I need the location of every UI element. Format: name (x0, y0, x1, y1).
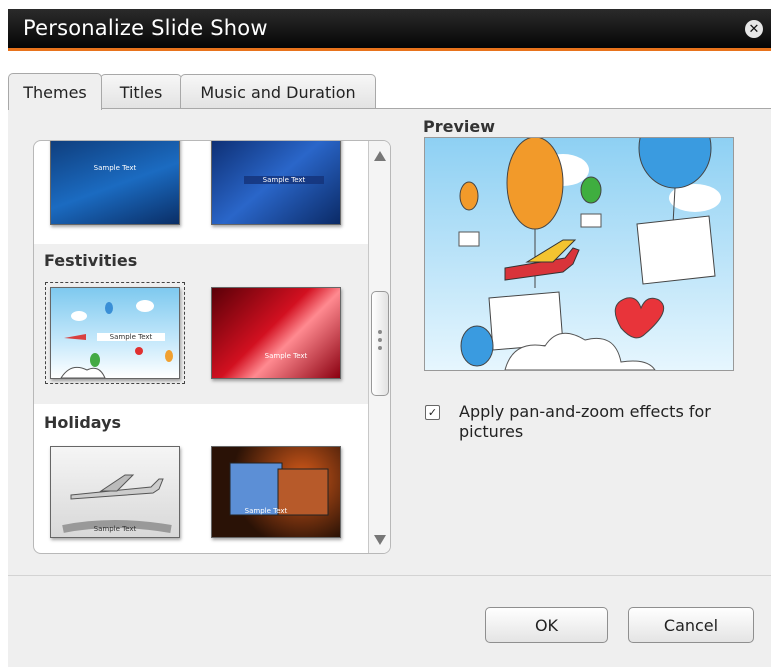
tab-strip: Themes Titles Music and Duration (8, 51, 771, 110)
thumbnail-caption: Sample Text (264, 352, 308, 360)
thumbnail-caption: Sample Text (93, 164, 137, 172)
pan-zoom-label: Apply pan-and-zoom effects for pictures (459, 402, 711, 441)
cancel-button[interactable]: Cancel (628, 607, 754, 643)
pan-zoom-checkbox[interactable]: ✓ (425, 405, 440, 420)
personalize-slide-show-dialog: Personalize Slide Show ✕ Themes Titles M… (8, 9, 771, 667)
group-label-festivities: Festivities (44, 251, 138, 270)
preview-balloons-illustration (425, 138, 733, 370)
tab-music-and-duration[interactable]: Music and Duration (180, 74, 376, 109)
scroll-up-icon[interactable] (374, 151, 386, 161)
tab-themes[interactable]: Themes (8, 73, 102, 110)
window-title: Personalize Slide Show (23, 16, 268, 40)
holiday-photo-art (229, 462, 329, 516)
grip-dot-icon (378, 330, 382, 334)
preview-label: Preview (423, 117, 496, 136)
title-bar: Personalize Slide Show ✕ (8, 9, 771, 51)
theme-thumbnail[interactable]: Sample Text (211, 287, 341, 379)
scroll-down-icon[interactable] (374, 535, 386, 545)
grip-dot-icon (378, 338, 382, 342)
preview-image (424, 137, 734, 371)
theme-thumbnail[interactable]: Sample Text (50, 141, 180, 225)
theme-thumbnail[interactable]: Sample Text (211, 141, 341, 225)
tab-underline (8, 108, 771, 109)
theme-thumbnail-list[interactable]: Sample Text Sample Text Festivities Samp… (34, 141, 368, 553)
theme-thumbnail-selected[interactable]: Sample Text (45, 282, 185, 384)
theme-thumbnail[interactable]: Sample Text (50, 446, 180, 538)
pan-zoom-option[interactable]: ✓ Apply pan-and-zoom effects for picture… (425, 402, 725, 446)
grip-dot-icon (378, 346, 382, 350)
footer-divider (8, 575, 771, 576)
close-icon[interactable]: ✕ (745, 20, 763, 38)
theme-list-scrollbar[interactable] (368, 141, 390, 553)
thumbnail-caption: Sample Text (97, 333, 165, 341)
theme-thumbnail[interactable]: Sample Text (211, 446, 341, 538)
thumbnail-caption: Sample Text (93, 525, 137, 533)
group-label-holidays: Holidays (44, 413, 122, 432)
scroll-thumb[interactable] (371, 291, 389, 396)
airplane-sketch-art (62, 474, 172, 533)
tab-titles[interactable]: Titles (100, 74, 182, 109)
thumbnail-caption: Sample Text (244, 176, 324, 184)
thumbnail-caption: Sample Text (244, 507, 288, 515)
themes-panel: Sample Text Sample Text Festivities Samp… (33, 140, 391, 554)
ok-button[interactable]: OK (485, 607, 608, 643)
